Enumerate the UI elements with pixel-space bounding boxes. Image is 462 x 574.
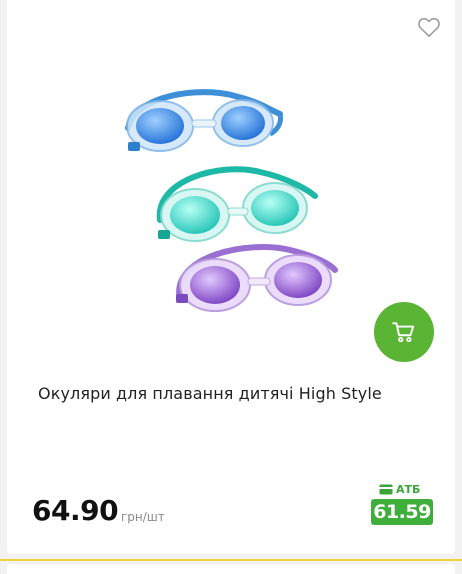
- heart-icon: [418, 18, 440, 37]
- goggles-purple: [176, 244, 338, 312]
- card-divider: [0, 559, 462, 561]
- product-title[interactable]: Окуляри для плавання дитячі High Style: [38, 384, 438, 403]
- card-icon: [379, 484, 393, 494]
- price-unit: грн/шт: [121, 510, 165, 524]
- promo-price-badge: 61.59: [371, 499, 433, 525]
- goggles-teal: [156, 166, 318, 242]
- favorite-button[interactable]: [416, 14, 442, 40]
- add-to-cart-button[interactable]: [374, 302, 434, 362]
- goggles-blue: [125, 89, 283, 152]
- promo-label-text: АТБ: [396, 482, 421, 496]
- product-image[interactable]: [110, 80, 360, 320]
- product-card[interactable]: Окуляри для плавання дитячі High Style 6…: [7, 0, 455, 554]
- cart-icon: [392, 322, 415, 343]
- promo-label: АТБ: [379, 482, 420, 496]
- next-product-card[interactable]: [7, 564, 455, 574]
- price: 64.90: [32, 494, 119, 527]
